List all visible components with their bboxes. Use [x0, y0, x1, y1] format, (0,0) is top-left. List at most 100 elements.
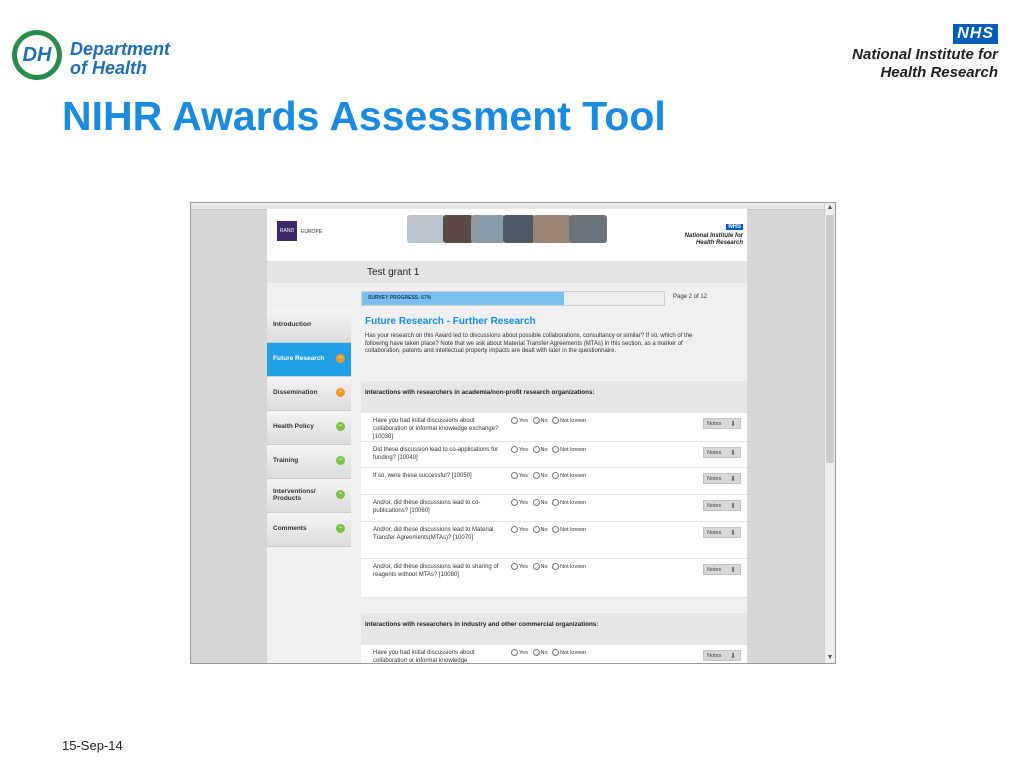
banner-photo: [533, 215, 571, 243]
arrow-down-icon: ⬇: [730, 421, 736, 428]
nav-label: Comments: [273, 525, 307, 532]
site-nihr-line-1: National Institute for: [684, 233, 743, 239]
notes-button[interactable]: Notes ⬇: [703, 564, 741, 575]
grant-bar: Test grant 1: [267, 261, 747, 283]
question-text: If so, were these successful? [10050]: [373, 473, 472, 479]
site-nihr-line-2: Health Research: [695, 240, 743, 246]
yes-radio[interactable]: [511, 649, 518, 656]
status-in-progress-icon: −: [336, 388, 345, 397]
notes-label: Notes: [707, 503, 722, 509]
yes-radio[interactable]: [511, 417, 518, 424]
nav-label: Future Research: [273, 355, 325, 362]
nav-item-comments[interactable]: Comments −: [267, 513, 351, 547]
arrow-down-icon: ⬇: [730, 503, 736, 510]
not-known-radio[interactable]: [552, 563, 560, 570]
answer-options: Yes No Not known: [511, 563, 589, 570]
arrow-down-icon: ⬇: [730, 476, 736, 483]
progress-label: SURVEY PROGRESS: 67%: [368, 295, 432, 301]
answer-options: Yes No Not known: [511, 446, 589, 453]
not-known-radio[interactable]: [552, 417, 560, 424]
yes-radio[interactable]: [511, 526, 518, 533]
notes-button[interactable]: Notes ⬇: [703, 527, 741, 538]
not-known-radio[interactable]: [552, 472, 560, 479]
nav-label: Interventions/ Products: [273, 488, 316, 502]
dh-line-1: Department: [70, 39, 171, 59]
dh-mark: DH: [17, 35, 57, 75]
page-indicator: Page 2 of 12: [673, 294, 708, 300]
notes-button[interactable]: Notes ⬇: [703, 447, 741, 458]
status-in-progress-icon: −: [336, 354, 345, 363]
arrow-down-icon: ⬇: [730, 530, 736, 537]
nav-item-interventions-products[interactable]: Interventions/ Products −: [267, 479, 351, 513]
no-label: No: [540, 526, 548, 533]
tool-screenshot: RAND EUROPE NHS National Institute for H…: [190, 202, 836, 664]
not-known-label: Not known: [560, 649, 587, 656]
no-radio[interactable]: [532, 499, 540, 506]
notes-button[interactable]: Notes ⬇: [703, 418, 741, 429]
answer-options: Yes No Not known: [511, 472, 589, 479]
no-radio[interactable]: [532, 446, 540, 453]
question-row: Did these discussion lead to co-applicat…: [361, 442, 747, 468]
arrow-down-icon: ⬇: [730, 450, 736, 457]
yes-label: Yes: [519, 649, 528, 656]
photo-collage-banner: [407, 211, 607, 247]
survey-site: RAND EUROPE NHS National Institute for H…: [267, 209, 747, 663]
question-row: Have you had initial discussions about c…: [361, 413, 747, 442]
no-label: No: [540, 649, 548, 656]
not-known-radio[interactable]: [552, 499, 560, 506]
scroll-thumb[interactable]: [826, 215, 834, 463]
vertical-scrollbar[interactable]: ▲ ▼: [824, 203, 835, 663]
dh-line-2: of Health: [70, 58, 148, 78]
nav-item-training[interactable]: Training −: [267, 445, 351, 479]
question-text: And/or, did these discussions lead to Ma…: [373, 527, 494, 541]
rand-logo: RAND: [277, 221, 297, 241]
nhs-badge: NHS: [953, 24, 998, 44]
nav-item-health-policy[interactable]: Health Policy −: [267, 411, 351, 445]
yes-radio[interactable]: [511, 499, 518, 506]
no-label: No: [540, 563, 548, 570]
not-known-label: Not known: [560, 526, 587, 533]
no-radio[interactable]: [532, 526, 540, 533]
notes-button[interactable]: Notes ⬇: [703, 650, 741, 661]
status-complete-icon: −: [336, 490, 345, 499]
no-radio[interactable]: [532, 417, 540, 424]
arrow-down-icon: ⬇: [730, 653, 736, 660]
not-known-radio[interactable]: [552, 446, 560, 453]
banner-photo: [471, 215, 505, 243]
not-known-radio[interactable]: [552, 526, 560, 533]
no-radio[interactable]: [532, 563, 540, 570]
site-header: RAND EUROPE NHS National Institute for H…: [267, 209, 747, 261]
nav-item-dissemination[interactable]: Dissemination −: [267, 377, 351, 411]
yes-radio[interactable]: [511, 472, 518, 479]
scroll-down-icon[interactable]: ▼: [825, 653, 835, 663]
nav-label: Health Policy: [273, 423, 314, 430]
section-nav: Introduction Future Research − Dissemina…: [267, 309, 351, 547]
site-nhs-badge: NHS: [726, 224, 743, 230]
dh-wordmark: Department of Health: [70, 40, 170, 78]
notes-button[interactable]: Notes ⬇: [703, 473, 741, 484]
yes-label: Yes: [519, 446, 528, 453]
no-radio[interactable]: [532, 472, 540, 479]
scroll-up-icon[interactable]: ▲: [825, 203, 835, 213]
question-row: And/or, did these discussions lead to sh…: [361, 559, 747, 598]
status-complete-icon: −: [336, 524, 345, 533]
notes-label: Notes: [707, 421, 722, 427]
nav-item-future-research[interactable]: Future Research −: [267, 343, 351, 377]
status-complete-icon: −: [336, 422, 345, 431]
not-known-label: Not known: [560, 417, 587, 424]
nav-label: Introduction: [273, 321, 311, 328]
question-text: Have you had initial discussions about c…: [373, 650, 475, 664]
not-known-label: Not known: [560, 563, 587, 570]
nav-item-introduction[interactable]: Introduction: [267, 309, 351, 343]
no-label: No: [540, 499, 548, 506]
question-row: And/or, did these discussions lead to co…: [361, 495, 747, 522]
yes-radio[interactable]: [511, 446, 518, 453]
nav-label: Dissemination: [273, 389, 318, 396]
notes-button[interactable]: Notes ⬇: [703, 500, 741, 511]
site-nihr-logo: NHS National Institute for Health Resear…: [685, 215, 743, 247]
no-radio[interactable]: [532, 649, 540, 656]
slide-date: 15-Sep-14: [62, 738, 123, 753]
not-known-radio[interactable]: [552, 649, 560, 656]
yes-radio[interactable]: [511, 563, 518, 570]
yes-label: Yes: [519, 563, 528, 570]
